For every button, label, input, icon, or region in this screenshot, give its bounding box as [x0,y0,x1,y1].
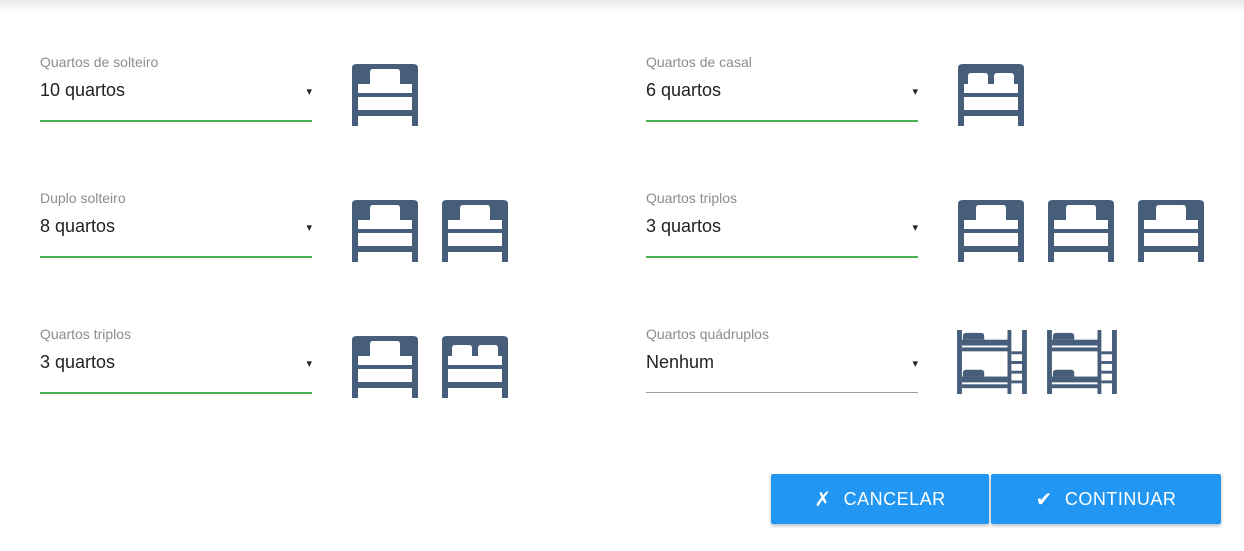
field-underline [646,256,918,258]
dropdown-arrow-icon[interactable]: ▾ [912,85,918,98]
dropdown-arrow-icon[interactable]: ▾ [306,221,312,234]
triple-rooms-icons [954,198,1208,262]
dropdown-arrow-icon[interactable]: ▾ [912,357,918,370]
triple-rooms-alt-icons [348,334,512,398]
continue-button[interactable]: ✔ CONTINUAR [991,474,1221,524]
quadruple-rooms-icons [954,330,1118,394]
quadruple-rooms-value: Nenhum [646,352,715,372]
double-rooms-icons [954,62,1028,126]
single-bed-icon [352,336,418,398]
double-single-rooms-value: 8 quartos [40,216,116,236]
triple-rooms-select[interactable]: Quartos triplos 3 quartos ▾ [646,190,918,262]
field-underline [646,392,918,393]
single-bed-icon [352,200,418,262]
triple-rooms-value: 3 quartos [646,216,722,236]
triple-rooms-alt-select[interactable]: Quartos triplos 3 quartos ▾ [40,326,312,398]
quadruple-rooms-select[interactable]: Quartos quádruplos Nenhum ▾ [646,326,918,398]
single-bed-icon [1138,200,1204,262]
double-single-rooms-icons [348,198,512,262]
single-bed-icon [1048,200,1114,262]
field-underline [40,120,312,122]
double-single-rooms-select[interactable]: Duplo solteiro 8 quartos ▾ [40,190,312,262]
check-icon: ✔ [1035,488,1053,511]
cancel-button[interactable]: ✗ CANCELAR [771,474,989,524]
single-rooms-icons [348,62,422,126]
double-rooms-value: 6 quartos [646,80,722,100]
triple-rooms-alt-label: Quartos triplos [40,326,132,342]
field-underline [40,392,312,394]
bunk-bed-icon [957,330,1027,394]
double-bed-icon [958,64,1024,126]
single-bed-icon [958,200,1024,262]
dropdown-arrow-icon[interactable]: ▾ [306,85,312,98]
bunk-bed-icon [1047,330,1117,394]
single-bed-icon [352,64,418,126]
double-rooms-select[interactable]: Quartos de casal 6 quartos ▾ [646,54,918,126]
field-underline [646,120,918,122]
single-bed-icon [442,200,508,262]
triple-rooms-alt-value: 3 quartos [40,352,116,372]
continue-button-label: CONTINUAR [1064,488,1177,509]
cancel-button-label: CANCELAR [843,488,946,509]
single-rooms-value: 10 quartos [40,80,126,100]
double-bed-icon [442,336,508,398]
dropdown-arrow-icon[interactable]: ▾ [306,357,312,370]
triple-rooms-label: Quartos triplos [646,190,738,206]
quadruple-rooms-label: Quartos quádruplos [646,326,769,342]
single-rooms-label: Quartos de solteiro [40,54,159,70]
double-rooms-label: Quartos de casal [646,54,752,70]
top-shadow [0,0,1244,12]
dropdown-arrow-icon[interactable]: ▾ [912,221,918,234]
single-rooms-select[interactable]: Quartos de solteiro 10 quartos ▾ [40,54,312,126]
close-icon: ✗ [814,488,832,511]
double-single-rooms-label: Duplo solteiro [40,190,126,206]
field-underline [40,256,312,258]
